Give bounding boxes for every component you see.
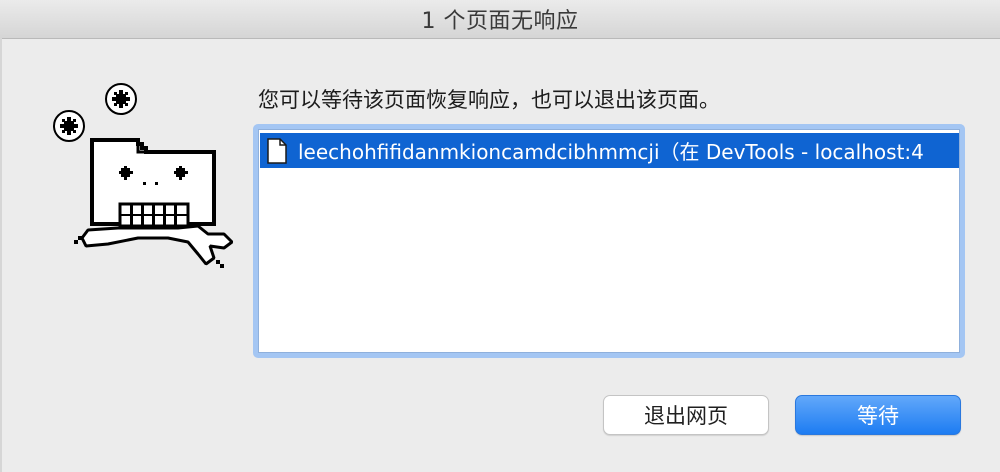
frozen-page-dinosaur-icon [53, 83, 234, 268]
unresponsive-pages-list[interactable]: leechohfifidanmkioncamdcibhmmcji（在 DevTo… [258, 129, 960, 353]
window-title: 1 个页面无响应 [421, 9, 579, 34]
exit-page-button[interactable]: 退出网页 [603, 395, 769, 435]
unresponsive-page-dialog: 1 个页面无响应 您可以等待该页面恢复响应，也可以退出该页面。 leechohf… [0, 0, 1000, 472]
document-icon [267, 137, 287, 164]
window-left-edge [0, 38, 2, 472]
list-item-label: leechohfifidanmkioncamdcibhmmcji（在 DevTo… [298, 140, 924, 164]
wait-button[interactable]: 等待 [795, 395, 961, 435]
snowflake-icon [105, 83, 137, 115]
list-item[interactable]: leechohfifidanmkioncamdcibhmmcji（在 DevTo… [260, 133, 959, 168]
dialog-message: 您可以等待该页面恢复响应，也可以退出该页面。 [258, 88, 720, 112]
title-bar[interactable]: 1 个页面无响应 [0, 0, 1000, 39]
snowflake-icon [53, 110, 85, 142]
